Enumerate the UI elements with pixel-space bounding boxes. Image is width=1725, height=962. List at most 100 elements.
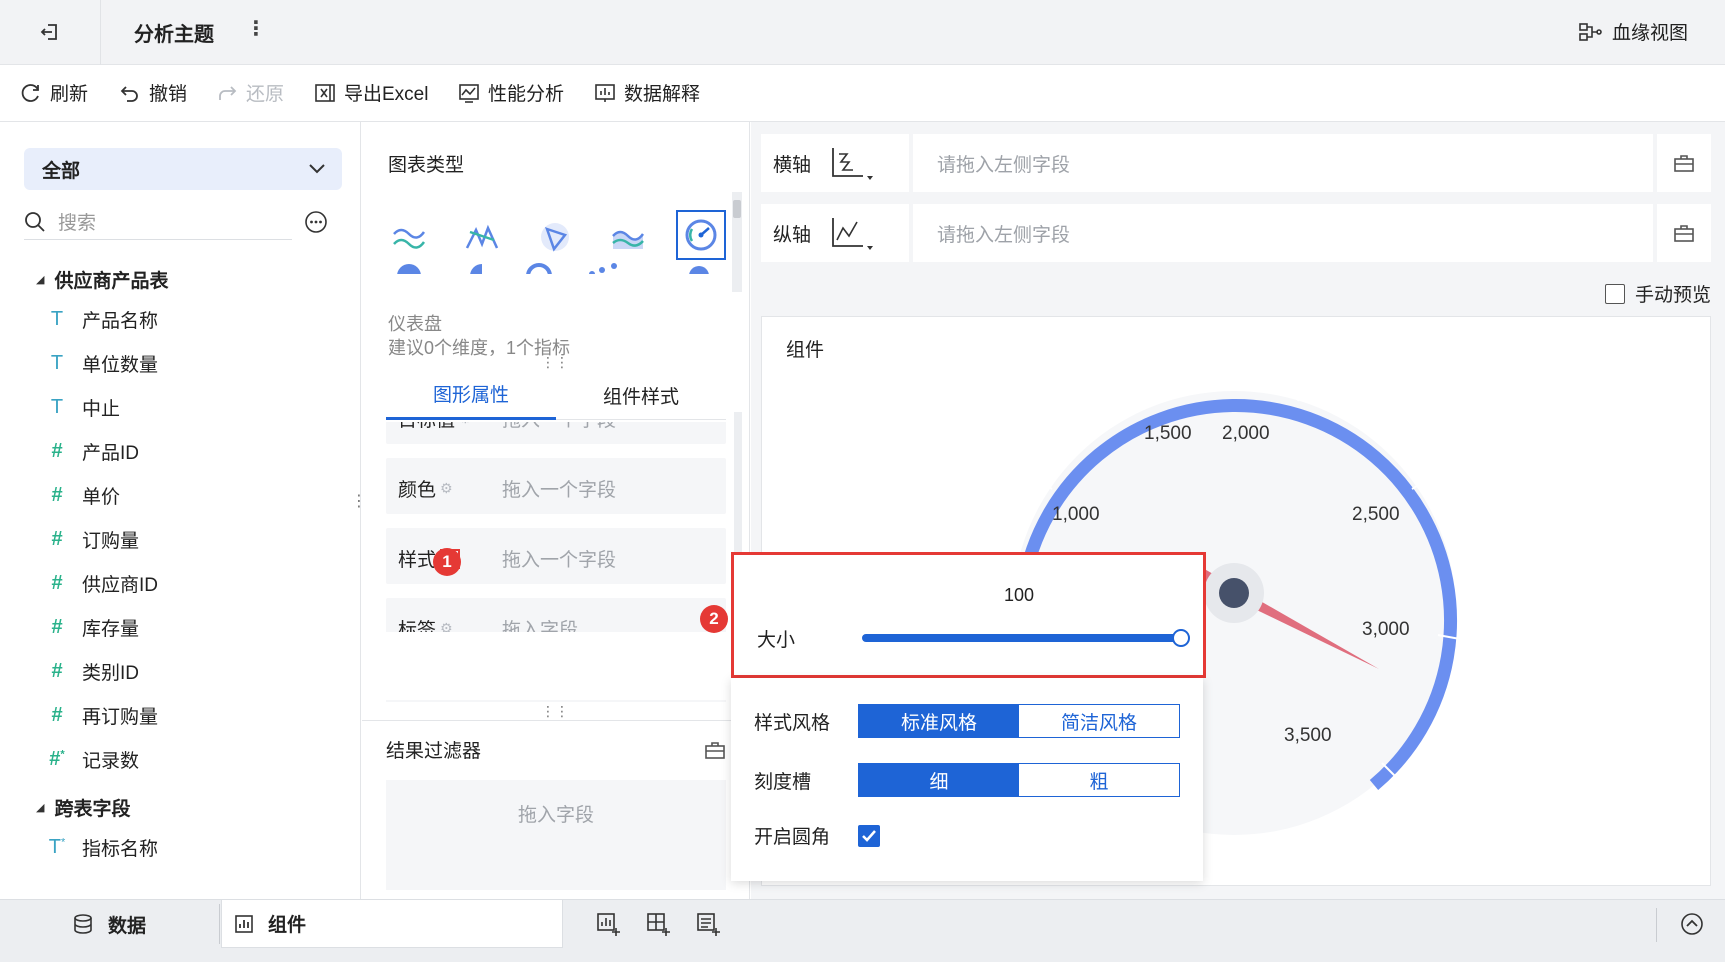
y-axis-toolbox-button[interactable] (1657, 204, 1711, 262)
exit-icon (40, 24, 57, 40)
exit-button[interactable] (28, 16, 72, 48)
field-item[interactable]: #* 记录数 (46, 746, 139, 773)
chart-type-scrollbar[interactable] (732, 192, 742, 292)
property-scrollbar[interactable] (734, 412, 742, 562)
add-dashboard-button[interactable] (646, 912, 670, 942)
style-standard-option[interactable]: 标准风格 (859, 705, 1019, 737)
resize-handle[interactable]: ⋮⋮ (540, 704, 570, 718)
export-excel-button[interactable]: 导出Excel (314, 79, 428, 106)
add-report-icon (697, 913, 720, 936)
y-axis-sort-icon[interactable] (829, 216, 874, 250)
tab-component[interactable]: 组件 (221, 900, 563, 948)
table-select[interactable]: 全部 (24, 148, 342, 190)
calc-number-type-icon: #* (49, 748, 65, 770)
drop-zone-text: 拖入字段 (502, 620, 579, 632)
undo-icon (120, 85, 138, 102)
y-axis-label[interactable]: 纵轴 (761, 204, 909, 262)
style-simple-option[interactable]: 简洁风格 (1019, 705, 1179, 737)
add-component-button[interactable] (596, 912, 620, 942)
manual-preview-toggle[interactable]: 手动预览 (1605, 280, 1711, 307)
page-title: 分析主题 (134, 24, 214, 46)
resize-handle[interactable]: ⋮⋮ (540, 355, 570, 369)
divider (362, 720, 750, 721)
tick-thick-option[interactable]: 粗 (1019, 764, 1179, 796)
scrollbar-thumb[interactable] (733, 200, 741, 218)
field-label: 中止 (82, 399, 121, 420)
group-label: 供应商产品表 (54, 271, 169, 292)
tab-data-label: 数据 (108, 915, 147, 937)
chevron-up-circle-icon (1681, 913, 1703, 935)
field-item[interactable]: # 类别ID (46, 658, 139, 685)
prop-label-field[interactable]: 标签 ⚙ 拖入字段 (386, 598, 726, 632)
more-menu-icon[interactable]: ⋮ (246, 16, 266, 41)
tick-thin-option[interactable]: 细 (859, 764, 1019, 796)
x-axis-toolbox-button[interactable] (1657, 134, 1711, 192)
table-select-value: 全部 (42, 160, 81, 182)
annotation-badge-1: 1 (433, 548, 461, 576)
data-explain-button[interactable]: 数据解释 (594, 79, 700, 106)
field-item[interactable]: # 再订购量 (46, 702, 158, 729)
explain-label: 数据解释 (624, 84, 701, 105)
prop-target-value[interactable]: 目标值 ⚙ 拖入一个字段 (386, 422, 726, 444)
gauge-label: 3,500 (1284, 725, 1332, 746)
axis-label-text: 横轴 (773, 154, 812, 176)
toolbar: 刷新 撤销 还原 导出Excel 性能分析 数据解释 (0, 65, 1725, 122)
toolbox-icon[interactable] (704, 740, 726, 760)
field-item[interactable]: T* 指标名称 (46, 834, 158, 861)
redo-button[interactable]: 还原 (216, 79, 284, 106)
tab-data[interactable]: 数据 (72, 900, 146, 948)
gear-icon[interactable]: ⚙ (440, 620, 453, 632)
field-item[interactable]: # 订购量 (46, 526, 139, 553)
field-item[interactable]: T 单位数量 (46, 350, 158, 377)
chart-type-name: 仪表盘 (388, 314, 442, 334)
gauge-label: 2,000 (1222, 423, 1270, 444)
prop-color[interactable]: 颜色 ⚙ 拖入一个字段 (386, 458, 726, 514)
field-item[interactable]: # 产品ID (46, 438, 139, 465)
field-item[interactable]: T 产品名称 (46, 306, 158, 333)
size-setting-section: 100 大小 (731, 552, 1206, 678)
x-axis-label[interactable]: 横轴 (761, 134, 909, 192)
size-label: 大小 (757, 630, 796, 651)
size-slider-track[interactable] (862, 634, 1180, 642)
result-filter-dropzone[interactable]: 拖入字段 (386, 780, 726, 890)
number-type-icon: # (51, 440, 63, 462)
collapse-caret-icon: ◢ (36, 274, 45, 286)
chart-type-radar-line[interactable] (457, 212, 507, 262)
tree-group-supplier-products[interactable]: ◢ 供应商产品表 (36, 266, 168, 293)
performance-analysis-button[interactable]: 性能分析 (458, 79, 564, 106)
field-item[interactable]: # 单价 (46, 482, 120, 509)
chart-config-panel: 图表类型 仪表盘 建议0个维度，1个指标 ⋮⋮ 图形属性 组件样式 颜色 ⚙ 拖… (362, 122, 750, 899)
gauge-icon (685, 219, 717, 251)
bottom-bar: 数据 组件 (0, 899, 1725, 962)
chart-type-area[interactable] (603, 212, 653, 262)
field-label: 记录数 (82, 751, 140, 772)
search-input[interactable]: 搜索 (24, 204, 292, 240)
more-options-button[interactable] (304, 210, 328, 240)
gear-icon[interactable]: ⚙ (440, 480, 453, 497)
chart-type-radar[interactable] (530, 212, 580, 262)
field-item[interactable]: T 中止 (46, 394, 120, 421)
chart-type-area-line[interactable] (384, 212, 434, 262)
field-label: 订购量 (82, 531, 140, 552)
tab-component-style[interactable]: 组件样式 (556, 370, 726, 420)
checkbox[interactable] (1605, 283, 1625, 304)
tree-group-cross-table[interactable]: ◢ 跨表字段 (36, 794, 130, 821)
undo-button[interactable]: 撤销 (119, 79, 187, 106)
chevron-down-icon (309, 164, 325, 174)
collapse-button[interactable] (1680, 912, 1704, 942)
chart-type-gauge[interactable] (676, 210, 726, 260)
field-item[interactable]: # 供应商ID (46, 570, 158, 597)
x-axis-sort-icon[interactable] (829, 146, 874, 180)
add-report-button[interactable] (696, 912, 720, 942)
refresh-button[interactable]: 刷新 (20, 79, 88, 106)
round-corner-checkbox[interactable] (858, 824, 880, 847)
field-item[interactable]: # 库存量 (46, 614, 139, 641)
radar-icon (541, 223, 569, 252)
gear-icon[interactable]: ⚙ (459, 422, 472, 427)
number-type-icon: # (51, 660, 63, 682)
size-slider-handle[interactable] (1172, 629, 1190, 647)
tab-graphic-properties[interactable]: 图形属性 (386, 370, 556, 420)
lineage-view-button[interactable]: 血缘视图 (1578, 18, 1688, 45)
x-axis-dropzone[interactable]: 请拖入左侧字段 (913, 134, 1653, 192)
y-axis-dropzone[interactable]: 请拖入左侧字段 (913, 204, 1653, 262)
